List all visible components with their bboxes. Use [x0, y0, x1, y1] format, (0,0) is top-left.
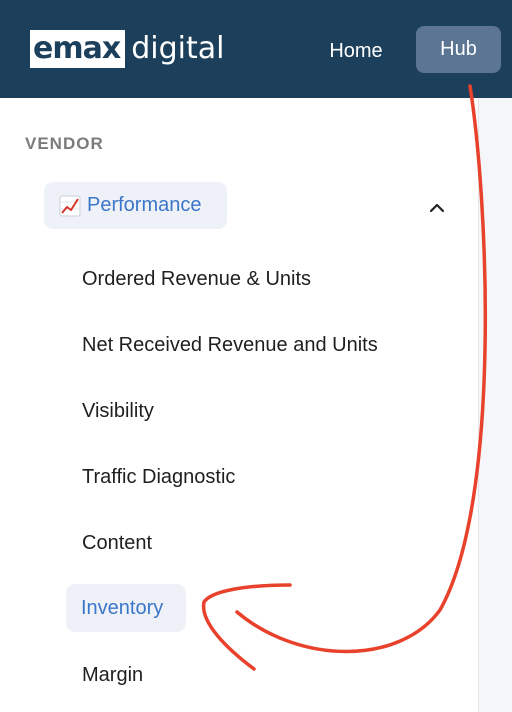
brand-logo[interactable]: emax digital [30, 29, 224, 69]
nav-hub-button[interactable]: Hub [416, 26, 501, 73]
sidebar-item-inventory[interactable]: Inventory [66, 584, 186, 632]
logo-wordmark: digital [131, 31, 225, 66]
sidebar-group-label: Performance [87, 194, 202, 216]
sidebar-item-visibility[interactable]: Visibility [82, 396, 154, 426]
sidebar-item-traffic-diagnostic[interactable]: Traffic Diagnostic [82, 462, 235, 492]
chevron-up-icon[interactable] [428, 200, 446, 214]
top-header: emax digital Home Hub [0, 0, 512, 98]
sidebar-item-content[interactable]: Content [82, 528, 152, 558]
sidebar-item-net-received-revenue-units[interactable]: Net Received Revenue and Units [82, 330, 378, 360]
nav-home-link[interactable]: Home [316, 30, 396, 72]
chart-increasing-icon [59, 195, 81, 216]
sidebar-group-performance[interactable]: Performance [44, 182, 227, 229]
sidebar-item-ordered-revenue-units[interactable]: Ordered Revenue & Units [82, 264, 311, 294]
sidebar-section-label: VENDOR [25, 134, 104, 153]
content-area-edge [478, 98, 512, 712]
logo-mark: emax [30, 30, 126, 68]
sidebar-item-margin[interactable]: Margin [82, 660, 143, 690]
